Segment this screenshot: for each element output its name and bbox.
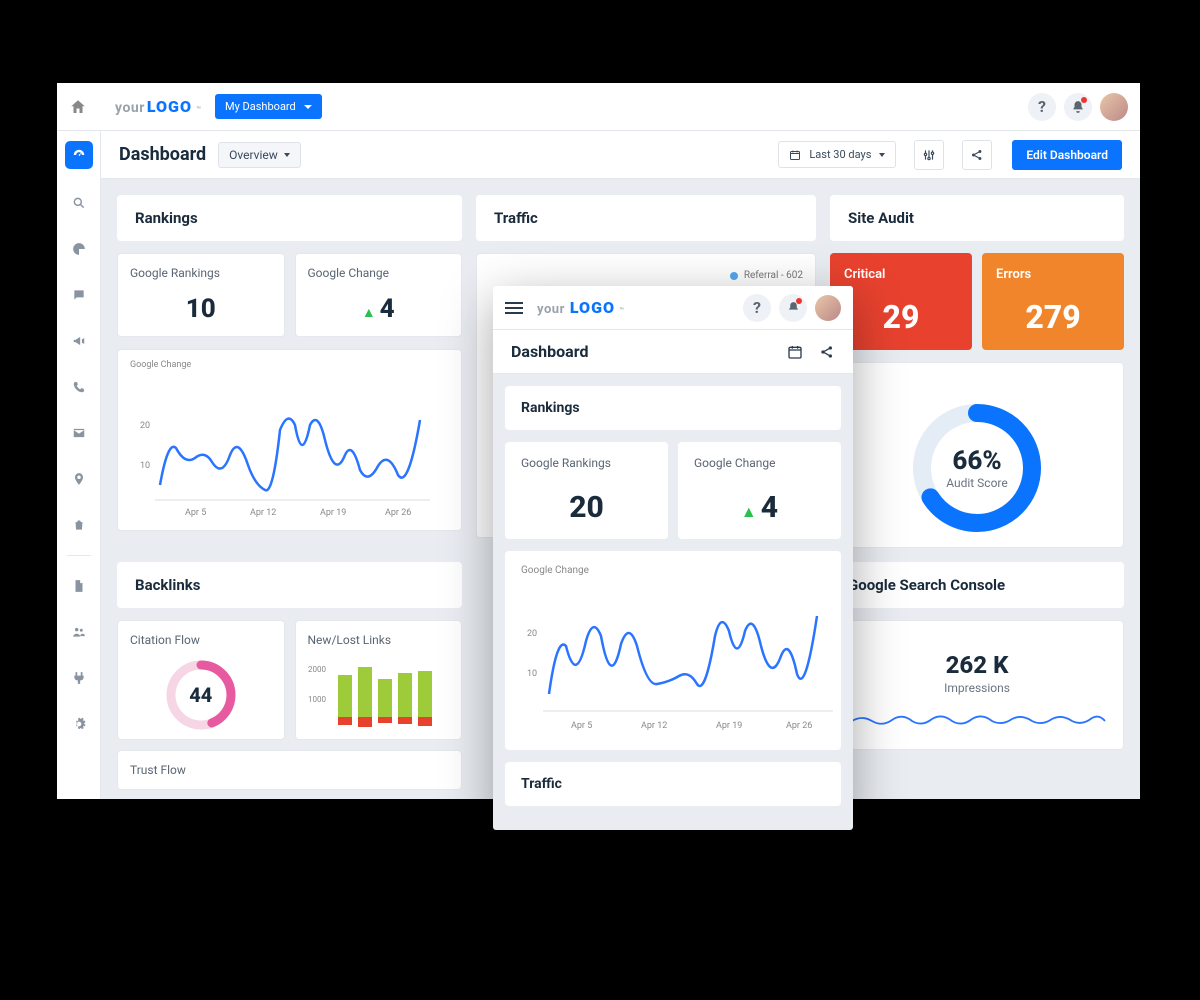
- my-dashboard-dropdown[interactable]: My Dashboard: [215, 94, 322, 119]
- arrow-up-icon: ▲: [362, 305, 376, 321]
- nav-users-icon[interactable]: [67, 620, 91, 644]
- top-bar: your LOGO ™ My Dashboard ?: [57, 83, 1140, 131]
- mobile-gc-tile[interactable]: Google Change ▲4: [678, 442, 841, 539]
- svg-text:Apr 12: Apr 12: [641, 721, 667, 731]
- sidebar: [57, 131, 101, 799]
- nav-analytics-icon[interactable]: [67, 237, 91, 261]
- nav-location-icon[interactable]: [67, 467, 91, 491]
- calendar-icon: [789, 149, 801, 161]
- mobile-rankings-card: Rankings: [505, 386, 841, 430]
- svg-text:Apr 5: Apr 5: [185, 508, 206, 518]
- mobile-share-icon[interactable]: [819, 344, 835, 360]
- svg-text:10: 10: [527, 669, 537, 679]
- nav-plugin-icon[interactable]: [67, 666, 91, 690]
- nav-shopping-icon[interactable]: [67, 513, 91, 537]
- rankings-card: Rankings: [117, 195, 462, 241]
- svg-text:20: 20: [140, 421, 150, 431]
- mobile-preview: your LOGO ™ ? Dashboard Rankings Google …: [493, 286, 853, 830]
- filter-button[interactable]: [914, 140, 944, 170]
- nav-chat-icon[interactable]: [67, 283, 91, 307]
- mobile-top-bar: your LOGO ™ ?: [493, 286, 853, 330]
- overview-dropdown[interactable]: Overview: [218, 142, 301, 168]
- svg-text:Apr 12: Apr 12: [250, 508, 276, 518]
- notification-dot-icon: [796, 298, 802, 304]
- mobile-avatar[interactable]: [815, 295, 841, 321]
- rankings-title: Rankings: [135, 209, 444, 227]
- svg-text:1000: 1000: [308, 695, 326, 704]
- nav-settings-icon[interactable]: [67, 712, 91, 736]
- home-icon[interactable]: [69, 98, 87, 116]
- svg-text:Apr 19: Apr 19: [320, 508, 346, 518]
- svg-text:Apr 5: Apr 5: [571, 721, 592, 731]
- svg-text:10: 10: [140, 461, 150, 471]
- nav-file-icon[interactable]: [67, 574, 91, 598]
- mobile-google-change-chart: Google Change 20 10 Apr 5 Apr 12 Apr 19 …: [505, 551, 841, 750]
- svg-text:Apr 26: Apr 26: [786, 721, 812, 731]
- mobile-traffic-card: Traffic: [505, 762, 841, 806]
- logo: your LOGO ™: [115, 97, 201, 116]
- hamburger-menu-icon[interactable]: [505, 302, 523, 314]
- site-audit-card: Site Audit: [830, 195, 1124, 241]
- mobile-sub-header: Dashboard: [493, 330, 853, 374]
- arrow-up-icon: ▲: [741, 502, 757, 521]
- gsc-title: Google Search Console: [848, 576, 1106, 594]
- nav-mail-icon[interactable]: [67, 421, 91, 445]
- traffic-card: Traffic: [476, 195, 816, 241]
- caret-down-icon: [284, 153, 290, 157]
- gsc-card: Google Search Console: [830, 562, 1124, 608]
- help-button[interactable]: ?: [1028, 93, 1056, 121]
- google-change-tile[interactable]: Google Change ▲4: [295, 253, 463, 337]
- nav-dashboard-icon[interactable]: [65, 141, 93, 169]
- svg-text:2000: 2000: [308, 665, 326, 674]
- notifications-button[interactable]: [1064, 93, 1092, 121]
- mobile-help-button[interactable]: ?: [743, 294, 771, 322]
- edit-dashboard-button[interactable]: Edit Dashboard: [1012, 140, 1122, 170]
- svg-text:Apr 26: Apr 26: [385, 508, 411, 518]
- mobile-logo: your LOGO ™: [537, 298, 624, 317]
- page-title: Dashboard: [119, 144, 206, 165]
- trust-flow-tile[interactable]: Trust Flow: [117, 750, 462, 790]
- backlinks-title: Backlinks: [135, 576, 444, 594]
- mobile-calendar-icon[interactable]: [787, 344, 803, 360]
- user-avatar[interactable]: [1100, 93, 1128, 121]
- errors-tile[interactable]: Errors 279: [982, 253, 1124, 350]
- google-rankings-tile[interactable]: Google Rankings 10: [117, 253, 285, 337]
- share-button[interactable]: [962, 140, 992, 170]
- citation-flow-tile[interactable]: Citation Flow 44: [117, 620, 285, 740]
- date-range-dropdown[interactable]: Last 30 days: [778, 141, 896, 168]
- mobile-page-title: Dashboard: [511, 342, 787, 361]
- svg-text:Apr 19: Apr 19: [716, 721, 742, 731]
- nav-announce-icon[interactable]: [67, 329, 91, 353]
- caret-down-icon: [879, 153, 885, 157]
- traffic-title: Traffic: [494, 209, 798, 227]
- nav-search-icon[interactable]: [67, 191, 91, 215]
- sub-header: Dashboard Overview Last 30 days Edit Das…: [101, 131, 1140, 179]
- site-audit-title: Site Audit: [848, 209, 1106, 227]
- svg-text:20: 20: [527, 629, 537, 639]
- new-lost-links-tile[interactable]: New/Lost Links 2000 1000: [295, 620, 463, 740]
- nav-phone-icon[interactable]: [67, 375, 91, 399]
- notification-dot-icon: [1081, 97, 1087, 103]
- traffic-legend: Referral - 602: [489, 270, 803, 281]
- audit-score-donut: 66% Audit Score: [830, 362, 1124, 548]
- backlinks-card: Backlinks: [117, 562, 462, 608]
- gsc-impressions-tile[interactable]: 262 K Impressions: [830, 620, 1124, 750]
- mobile-gr-tile[interactable]: Google Rankings 20: [505, 442, 668, 539]
- google-change-chart: Google Change 20 10 Apr 5 Apr 12 Apr 19 …: [117, 349, 462, 531]
- mobile-notifications-button[interactable]: [779, 294, 807, 322]
- caret-down-icon: [304, 105, 312, 109]
